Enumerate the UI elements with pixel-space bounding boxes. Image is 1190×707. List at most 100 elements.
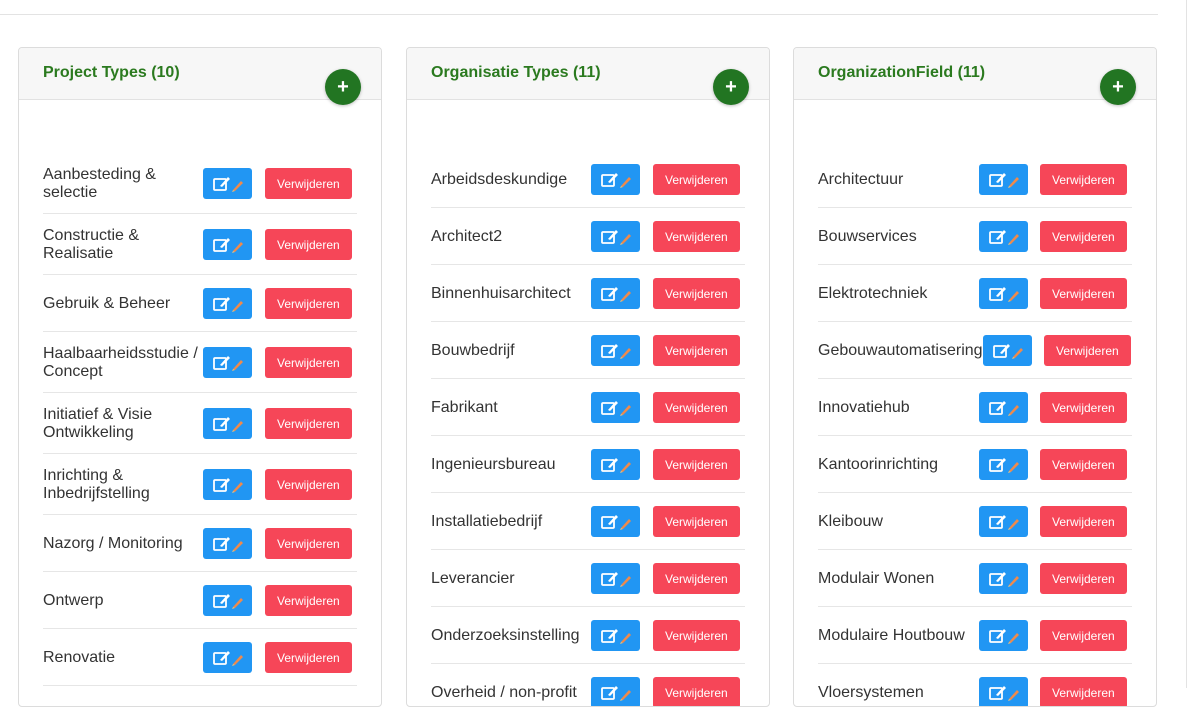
item-label: Leverancier: [431, 570, 591, 588]
item-label: Kantoorinrichting: [818, 456, 978, 474]
list-item: Nazorg / Monitoring Verwijderen: [43, 515, 357, 572]
item-label-line: Modulaire Houtbouw: [818, 627, 965, 644]
edit-button[interactable]: [203, 528, 252, 559]
delete-button[interactable]: Verwijderen: [1040, 506, 1127, 537]
edit-pencil-icon: [987, 228, 1021, 246]
edit-button[interactable]: [203, 288, 252, 319]
delete-button[interactable]: Verwijderen: [653, 221, 740, 252]
delete-button[interactable]: Verwijderen: [265, 347, 352, 378]
edit-button[interactable]: [591, 164, 640, 195]
item-label: Installatiebedrijf: [431, 513, 591, 531]
delete-button[interactable]: Verwijderen: [653, 620, 740, 651]
panel-2: OrganizationField (11) + Architectuur Verwi…: [793, 47, 1157, 707]
edit-button[interactable]: [979, 563, 1028, 594]
add-button[interactable]: +: [713, 69, 749, 105]
edit-button[interactable]: [591, 563, 640, 594]
edit-pencil-icon: [599, 570, 633, 588]
edit-button[interactable]: [979, 449, 1028, 480]
edit-pencil-icon: [987, 684, 1021, 702]
delete-button[interactable]: Verwijderen: [653, 392, 740, 423]
delete-button[interactable]: Verwijderen: [653, 563, 740, 594]
edit-button[interactable]: [591, 335, 640, 366]
delete-button[interactable]: Verwijderen: [265, 288, 352, 319]
edit-button[interactable]: [591, 278, 640, 309]
edit-button[interactable]: [203, 408, 252, 439]
edit-button[interactable]: [591, 392, 640, 423]
delete-button[interactable]: Verwijderen: [265, 408, 352, 439]
list-item: Gebouwautomatisering Verwijderen: [818, 322, 1132, 379]
edit-button[interactable]: [591, 449, 640, 480]
delete-button[interactable]: Verwijderen: [265, 168, 352, 199]
edit-button[interactable]: [979, 506, 1028, 537]
item-label-line: Installatiebedrijf: [431, 513, 543, 530]
item-label: Architect2: [431, 228, 591, 246]
delete-button[interactable]: Verwijderen: [265, 585, 352, 616]
delete-button[interactable]: Verwijderen: [1040, 449, 1127, 480]
edit-pencil-icon: [599, 342, 633, 360]
edit-button[interactable]: [979, 221, 1028, 252]
edit-pencil-icon: [599, 627, 633, 645]
delete-button[interactable]: Verwijderen: [1040, 221, 1127, 252]
item-label-line: Bouwservices: [818, 228, 917, 245]
delete-button[interactable]: Verwijderen: [1040, 392, 1127, 423]
right-divider: [1186, 0, 1187, 688]
edit-button[interactable]: [203, 585, 252, 616]
edit-button[interactable]: [983, 335, 1032, 366]
item-label: Nazorg / Monitoring: [43, 535, 203, 553]
list-item: Architectuur Verwijderen: [818, 151, 1132, 208]
item-label-line: Arbeidsdeskundige: [431, 171, 568, 188]
item-label-line: Leverancier: [431, 570, 515, 587]
item-label: Onderzoeksinstelling: [431, 627, 591, 645]
delete-button[interactable]: Verwijderen: [1040, 620, 1127, 651]
edit-button[interactable]: [591, 620, 640, 651]
delete-button[interactable]: Verwijderen: [265, 528, 352, 559]
delete-button[interactable]: Verwijderen: [1044, 335, 1131, 366]
list-item: Constructie & Realisatie Verwijderen: [43, 214, 357, 275]
panel-header: Project Types (10) +: [19, 48, 381, 105]
edit-pencil-icon: [599, 171, 633, 189]
edit-button[interactable]: [979, 620, 1028, 651]
edit-button[interactable]: [591, 506, 640, 537]
delete-button[interactable]: Verwijderen: [653, 506, 740, 537]
edit-button[interactable]: [203, 469, 252, 500]
item-label-line: Fabrikant: [431, 399, 498, 416]
item-label: Bouwservices: [818, 228, 978, 246]
item-label: Aanbesteding & selectie: [43, 166, 203, 202]
edit-button[interactable]: [979, 677, 1028, 706]
delete-button[interactable]: Verwijderen: [653, 278, 740, 309]
delete-button[interactable]: Verwijderen: [1040, 677, 1127, 706]
edit-button[interactable]: [979, 392, 1028, 423]
edit-pencil-icon: [211, 535, 245, 553]
delete-button[interactable]: Verwijderen: [653, 335, 740, 366]
edit-pencil-icon: [599, 513, 633, 531]
panel-header: OrganizationField (11) +: [794, 48, 1156, 105]
list-item: Fabrikant Verwijderen: [431, 379, 745, 436]
delete-button[interactable]: Verwijderen: [653, 164, 740, 195]
delete-button[interactable]: Verwijderen: [1040, 563, 1127, 594]
edit-button[interactable]: [203, 229, 252, 260]
edit-button[interactable]: [591, 221, 640, 252]
edit-button[interactable]: [591, 677, 640, 706]
list-item: Bouwbedrijf Verwijderen: [431, 322, 745, 379]
list-item: Leverancier Verwijderen: [431, 550, 745, 607]
add-button[interactable]: +: [1100, 69, 1136, 105]
list-item: Initiatief & Visie Ontwikkeling Verwijdere…: [43, 393, 357, 454]
delete-button[interactable]: Verwijderen: [265, 469, 352, 500]
edit-button[interactable]: [203, 642, 252, 673]
item-label: Inrichting & Inbedrijfstelling: [43, 467, 203, 503]
edit-button[interactable]: [979, 278, 1028, 309]
delete-button[interactable]: Verwijderen: [653, 677, 740, 706]
delete-button[interactable]: Verwijderen: [1040, 164, 1127, 195]
delete-button[interactable]: Verwijderen: [1040, 278, 1127, 309]
delete-button[interactable]: Verwijderen: [653, 449, 740, 480]
edit-button[interactable]: [979, 164, 1028, 195]
edit-button[interactable]: [203, 168, 252, 199]
edit-pencil-icon: [211, 649, 245, 667]
delete-button[interactable]: Verwijderen: [265, 229, 352, 260]
delete-button[interactable]: Verwijderen: [265, 642, 352, 673]
edit-pencil-icon: [599, 228, 633, 246]
edit-button[interactable]: [203, 347, 252, 378]
list-item: Ingenieursbureau Verwijderen: [431, 436, 745, 493]
add-button[interactable]: +: [325, 69, 361, 105]
item-label-line: Aanbesteding &: [43, 166, 156, 183]
